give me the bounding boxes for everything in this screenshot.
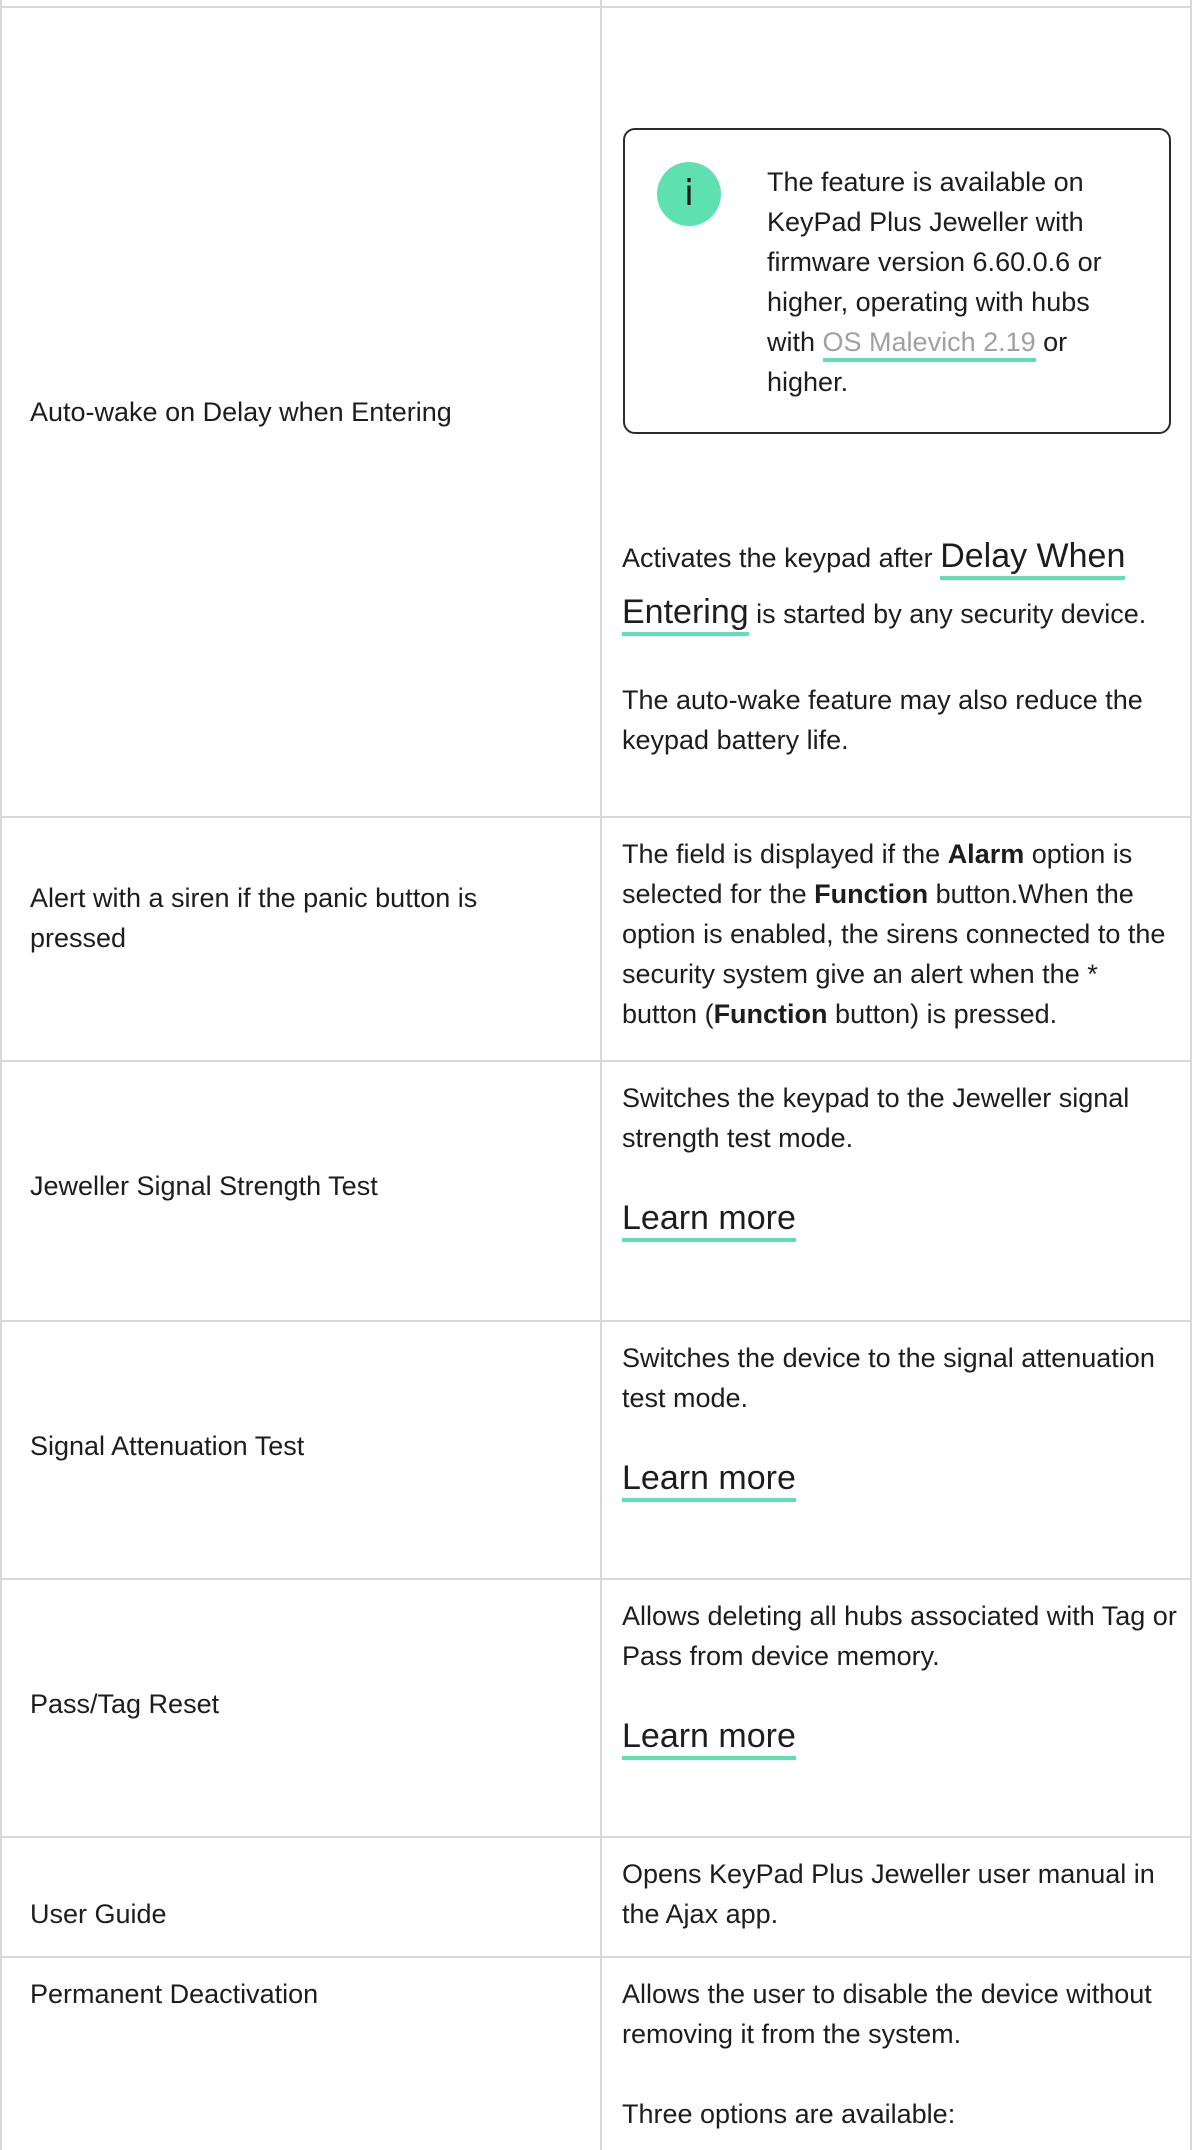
learn-more-link[interactable]: Learn more: [622, 1459, 796, 1502]
table-row: Jeweller Signal Strength Test Switches t…: [2, 1060, 1192, 1322]
learn-more-link[interactable]: Learn more: [622, 1717, 796, 1760]
row-description-pass-tag-reset: Allows deleting all hubs associated with…: [622, 1596, 1177, 1764]
row-description-auto-wake: Activates the keypad after Delay When En…: [622, 528, 1177, 760]
row-label-panic-siren: Alert with a siren if the panic button i…: [30, 883, 478, 953]
table-row: Auto-wake on Delay when Entering i The f…: [2, 8, 1192, 818]
info-icon: i: [657, 162, 721, 226]
row-label-signal-strength-test: Jeweller Signal Strength Test: [30, 1171, 378, 1201]
table-row: Alert with a siren if the panic button i…: [2, 816, 1192, 1062]
row-description-panic-siren: The field is displayed if the Alarm opti…: [622, 839, 1166, 1029]
row-label-attenuation-test: Signal Attenuation Test: [30, 1431, 305, 1461]
table-row: User Guide Opens KeyPad Plus Jeweller us…: [2, 1836, 1192, 1958]
auto-wake-paragraph-2: The auto-wake feature may also reduce th…: [622, 685, 1143, 755]
table-row: Pass/Tag Reset Allows deleting all hubs …: [2, 1578, 1192, 1838]
row-label-permanent-deactivation: Permanent Deactivation: [30, 1979, 319, 2009]
learn-more-link[interactable]: Learn more: [622, 1199, 796, 1242]
row-label-auto-wake: Auto-wake on Delay when Entering: [30, 397, 452, 427]
settings-table: Auto-wake on Delay when Entering i The f…: [0, 0, 1192, 2150]
notice-text: The feature is available on KeyPad Plus …: [767, 167, 1102, 397]
row-label-pass-tag-reset: Pass/Tag Reset: [30, 1689, 220, 1719]
row-description-attenuation-test: Switches the device to the signal attenu…: [622, 1338, 1177, 1506]
auto-wake-paragraph-1: Activates the keypad after Delay When En…: [622, 528, 1177, 640]
row-description-signal-strength-test: Switches the keypad to the Jeweller sign…: [622, 1078, 1177, 1246]
row-label-user-guide: User Guide: [30, 1899, 167, 1929]
os-malevich-link[interactable]: OS Malevich 2.19: [822, 327, 1036, 362]
table-row: Signal Attenuation Test Switches the dev…: [2, 1320, 1192, 1580]
row-description-permanent-deactivation: Allows the user to disable the device wi…: [622, 1979, 1152, 2129]
info-notice: i The feature is available on KeyPad Plu…: [623, 128, 1171, 434]
row-description-user-guide: Opens KeyPad Plus Jeweller user manual i…: [622, 1859, 1155, 1929]
table-row: Permanent Deactivation Allows the user t…: [2, 1956, 1192, 2150]
